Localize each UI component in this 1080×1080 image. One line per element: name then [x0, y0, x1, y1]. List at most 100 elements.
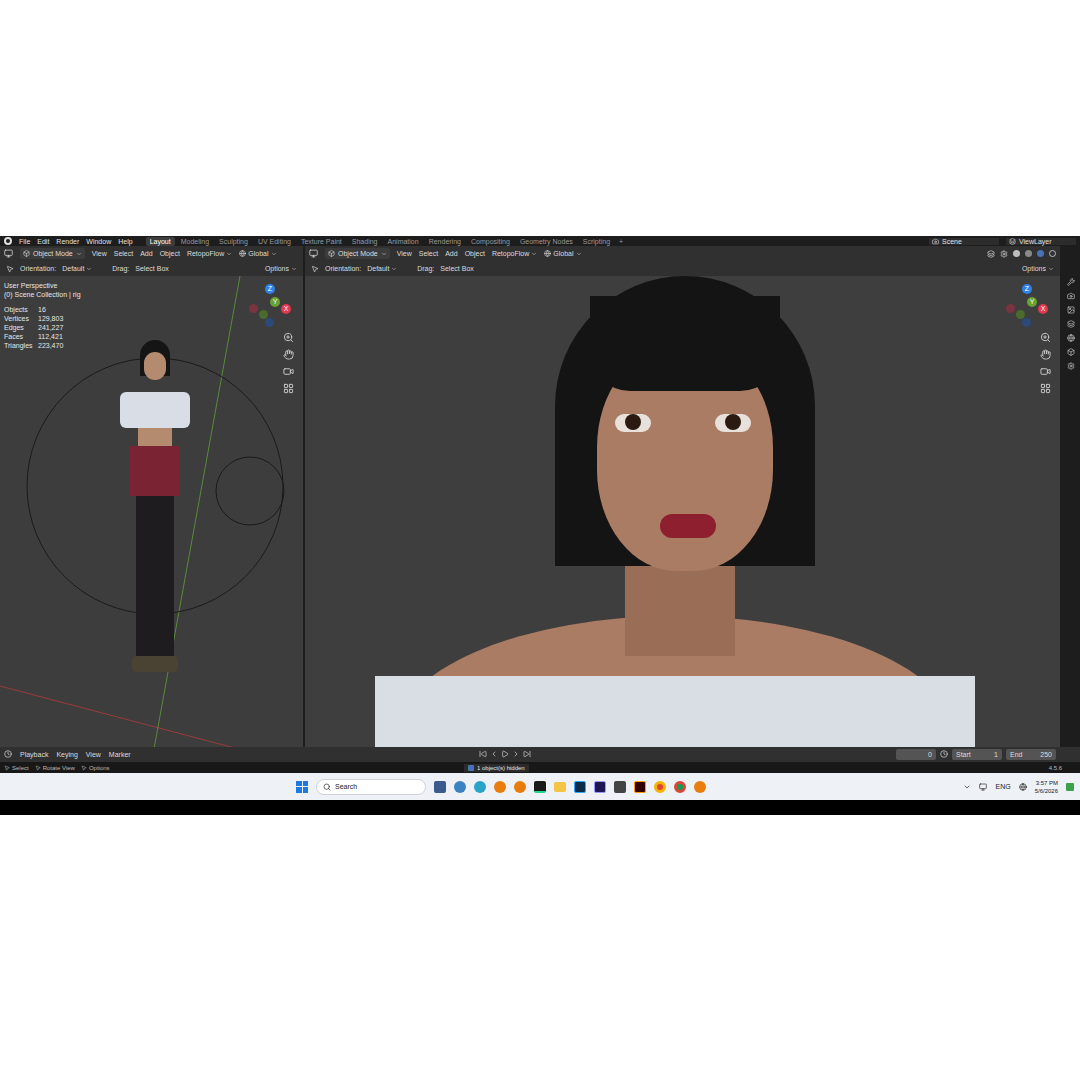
orientation-dropdown[interactable]: Default: [62, 265, 106, 272]
clock[interactable]: 3:57 PM5/6/2026: [1035, 780, 1058, 794]
navigation-gizmo[interactable]: ZYX: [249, 284, 293, 328]
shading-rendered-icon[interactable]: [1037, 250, 1044, 257]
network-icon[interactable]: [1019, 783, 1027, 791]
timeline-menu[interactable]: Keying: [56, 751, 77, 758]
workspace-tab[interactable]: Texture Paint: [297, 237, 346, 246]
gizmo-x-axis[interactable]: X: [281, 304, 291, 314]
ortho-grid-icon[interactable]: [1040, 383, 1051, 394]
workspace-tab[interactable]: Layout: [146, 237, 175, 246]
windows-start-icon[interactable]: [296, 781, 308, 793]
select-tool-icon[interactable]: [311, 265, 319, 273]
jump-end-icon[interactable]: [523, 750, 531, 758]
world-tab-icon[interactable]: [1067, 334, 1075, 342]
zbrush-icon[interactable]: [614, 781, 626, 793]
gizmo-neg-x-icon[interactable]: [1006, 304, 1015, 313]
workspace-tab[interactable]: Rendering: [425, 237, 465, 246]
blender-logo-icon[interactable]: [4, 237, 12, 245]
transform-dropdown[interactable]: Global: [239, 250, 276, 257]
chrome-icon[interactable]: [654, 781, 666, 793]
view-layer-tab-icon[interactable]: [1067, 320, 1075, 328]
gizmo-neg-z-icon[interactable]: [1022, 318, 1031, 327]
left-3d-viewport[interactable]: User Perspective(0) Scene Collection | r…: [0, 276, 303, 746]
gizmo-toggle-icon[interactable]: [1000, 250, 1008, 258]
edge-icon[interactable]: [474, 781, 486, 793]
viewport-menu[interactable]: Object: [160, 250, 180, 257]
shading-solid-icon[interactable]: [1013, 250, 1020, 257]
pan-hand-icon[interactable]: [283, 349, 294, 360]
drag-dropdown[interactable]: Select Box: [135, 265, 168, 272]
display-icon[interactable]: [979, 783, 987, 791]
timeline-menu[interactable]: Marker: [109, 751, 131, 758]
pan-hand-icon[interactable]: [1040, 349, 1051, 360]
top-menu-item[interactable]: Window: [86, 238, 111, 245]
viewport-menu[interactable]: View: [397, 250, 412, 257]
gizmo-neg-x-icon[interactable]: [249, 304, 258, 313]
gizmo-y-axis[interactable]: Y: [1027, 297, 1037, 307]
mode-dropdown[interactable]: Object Mode: [325, 248, 390, 259]
photoshop-icon[interactable]: [574, 781, 586, 793]
top-menu-item[interactable]: Help: [118, 238, 132, 245]
modifier-tab-icon[interactable]: [1067, 362, 1075, 370]
top-menu-item[interactable]: Render: [56, 238, 79, 245]
options-button[interactable]: Options: [1022, 265, 1054, 272]
blender-app-icon[interactable]: [514, 781, 526, 793]
editor-type-icon[interactable]: [309, 249, 318, 258]
prev-key-icon[interactable]: [490, 750, 498, 758]
viewport-menu[interactable]: View: [92, 250, 107, 257]
editor-type-icon[interactable]: [4, 249, 13, 258]
navigation-gizmo[interactable]: ZYX: [1006, 284, 1050, 328]
workspace-tab[interactable]: Scripting: [579, 237, 614, 246]
task-view-icon[interactable]: [434, 781, 446, 793]
language-indicator[interactable]: ENG: [995, 783, 1010, 790]
jump-start-icon[interactable]: [479, 750, 487, 758]
overlay-icon[interactable]: [987, 250, 995, 258]
timeline-menu[interactable]: Playback: [20, 751, 48, 758]
timeline-menu[interactable]: View: [86, 751, 101, 758]
shading-wire-icon[interactable]: [1049, 250, 1056, 257]
gizmo-z-axis[interactable]: Z: [1022, 284, 1032, 294]
blender-app-icon[interactable]: [494, 781, 506, 793]
file-explorer-icon[interactable]: [554, 782, 566, 792]
tray-chevron-icon[interactable]: [963, 783, 971, 791]
workspace-tab[interactable]: UV Editing: [254, 237, 295, 246]
shading-material-icon[interactable]: [1025, 250, 1032, 257]
view-layer-selector[interactable]: ViewLayer: [1006, 238, 1076, 245]
output-tab-icon[interactable]: [1067, 306, 1075, 314]
render-tab-icon[interactable]: [1067, 292, 1075, 300]
gizmo-neg-z-icon[interactable]: [265, 318, 274, 327]
illustrator-icon[interactable]: [634, 781, 646, 793]
gizmo-x-axis[interactable]: X: [1038, 304, 1048, 314]
zoom-icon[interactable]: [1040, 332, 1051, 343]
play-icon[interactable]: [501, 750, 509, 758]
camera-view-icon[interactable]: [1040, 366, 1051, 377]
viewport-menu[interactable]: Select: [114, 250, 133, 257]
start-frame-field[interactable]: Start1: [952, 749, 1002, 760]
end-frame-field[interactable]: End250: [1006, 749, 1056, 760]
taskbar-search[interactable]: Search: [316, 779, 426, 795]
tool-tab-icon[interactable]: [1067, 278, 1075, 286]
viewport-menu[interactable]: Add: [445, 250, 457, 257]
workspace-tab[interactable]: Modeling: [177, 237, 213, 246]
preview-range-icon[interactable]: [940, 750, 948, 758]
workspace-tab[interactable]: Sculpting: [215, 237, 252, 246]
viewport-menu[interactable]: Select: [419, 250, 438, 257]
chrome-icon[interactable]: [674, 781, 686, 793]
ortho-grid-icon[interactable]: [283, 383, 294, 394]
zoom-icon[interactable]: [283, 332, 294, 343]
timeline-editor-icon[interactable]: [4, 750, 12, 758]
mode-dropdown[interactable]: Object Mode: [20, 248, 85, 259]
current-frame-field[interactable]: 0: [896, 749, 936, 760]
right-3d-viewport[interactable]: ZYX: [305, 276, 1060, 746]
addon-menu[interactable]: RetopoFlow: [492, 250, 537, 257]
gizmo-z-axis[interactable]: Z: [265, 284, 275, 294]
object-tab-icon[interactable]: [1067, 348, 1075, 356]
notification-icon[interactable]: [1066, 783, 1074, 791]
blender-app-icon[interactable]: [694, 781, 706, 793]
transform-dropdown[interactable]: Global: [544, 250, 581, 257]
camera-view-icon[interactable]: [283, 366, 294, 377]
add-workspace-button[interactable]: +: [616, 238, 626, 245]
scene-selector[interactable]: Scene: [929, 238, 999, 245]
addon-menu[interactable]: RetopoFlow: [187, 250, 232, 257]
top-menu-item[interactable]: Edit: [37, 238, 49, 245]
after-effects-icon[interactable]: [594, 781, 606, 793]
